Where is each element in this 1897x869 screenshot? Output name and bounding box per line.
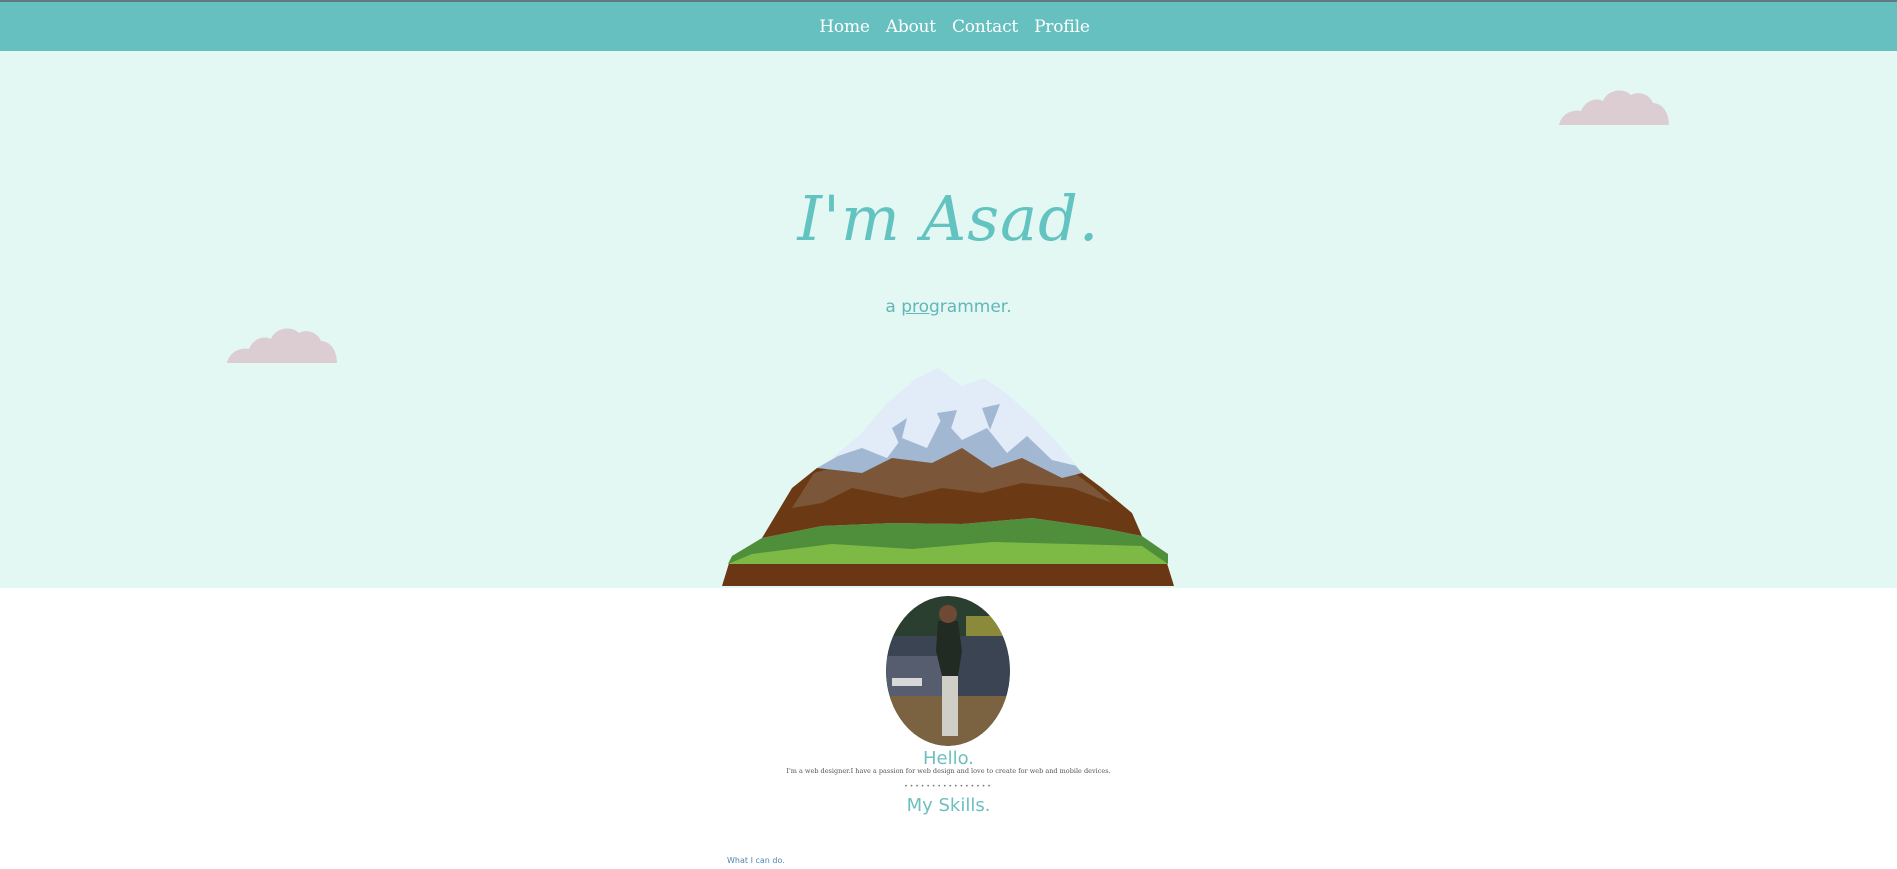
skills-heading: My Skills. [906,795,991,816]
subtitle-rest: rammer. [939,297,1012,317]
hero-title: I'm Asad. [797,182,1100,255]
nav-home-link[interactable]: Home [819,17,870,37]
mountain-illustration [722,368,1174,586]
cloud-icon [227,328,337,363]
hero-subtitle: a programmer. [0,297,1897,317]
nav-contact-link[interactable]: Contact [952,17,1018,37]
hello-heading: Hello. [922,748,975,769]
hero-section: I'm Asad. a programmer. [0,51,1897,588]
profile-photo-avatar [886,596,1010,746]
dotted-divider: •••••••••••••••• [904,783,993,790]
nav-profile-link[interactable]: Profile [1034,17,1090,37]
skills-subheading: What I can do. [727,856,785,865]
intro-text: I'm a web designer.I have a passion for … [786,767,1111,775]
navbar: Home About Contact Profile [0,2,1897,51]
nav-menu: Home About Contact Profile [0,2,1897,51]
subtitle-prefix: a [885,297,902,317]
cloud-icon [1559,90,1669,125]
subtitle-underlined: prog [901,297,940,317]
nav-about-link[interactable]: About [886,17,936,37]
